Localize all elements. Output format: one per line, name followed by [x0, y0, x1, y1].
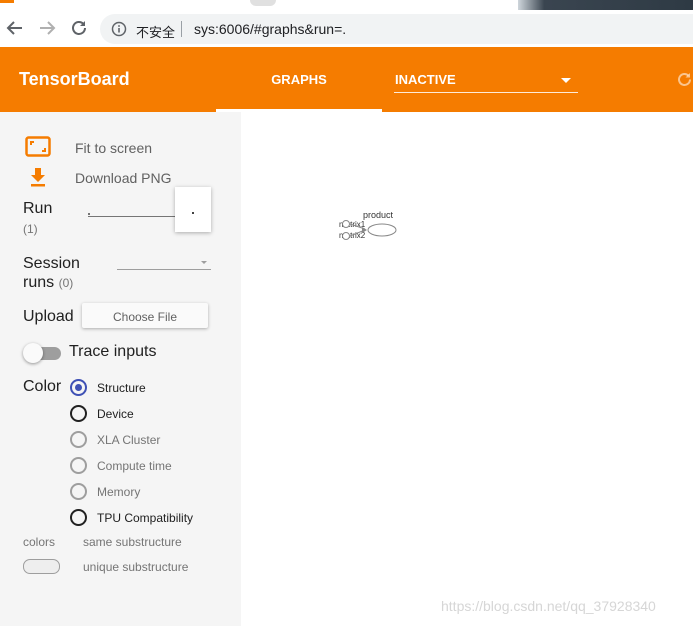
toggle-knob	[23, 343, 43, 363]
radio-unchecked-icon[interactable]	[70, 509, 87, 526]
arrow-left-icon	[6, 21, 22, 35]
color-option-label: Memory	[97, 485, 141, 499]
dropdown-arrow-icon	[201, 261, 207, 264]
choose-file-button[interactable]: Choose File	[82, 303, 208, 328]
radio-checked-icon[interactable]	[70, 379, 87, 396]
color-option-label: Structure	[97, 381, 146, 395]
address-bar[interactable]: 不安全 sys:6006/#graphs&run=.	[100, 14, 693, 44]
run-label: Run	[23, 200, 53, 217]
run-count: (1)	[23, 222, 38, 236]
session-runs-count: (0)	[58, 276, 74, 290]
reload-icon	[72, 21, 86, 35]
trace-inputs-toggle[interactable]	[23, 343, 61, 363]
graph-svg[interactable]: matrix1 matrix2 product	[241, 112, 693, 626]
watermark: https://blog.csdn.net/qq_37928340	[441, 598, 656, 614]
run-select-value-marker	[88, 213, 90, 215]
tab-strip-edge	[250, 0, 276, 6]
radio-disabled-icon[interactable]	[70, 457, 87, 474]
node-product[interactable]	[367, 223, 397, 237]
session-label-line1: Session	[23, 255, 80, 272]
dropdown-arrow-icon	[561, 78, 571, 83]
arrow-right-icon	[40, 21, 56, 35]
inactive-dropdown-value: INACTIVE	[395, 72, 456, 87]
download-icon[interactable]	[28, 166, 48, 188]
download-png-button[interactable]: Download PNG	[75, 170, 172, 186]
fit-to-screen-icon[interactable]	[25, 136, 51, 157]
run-option-dot[interactable]	[192, 212, 194, 214]
info-icon[interactable]	[111, 21, 127, 37]
color-option-label: Compute time	[97, 459, 172, 473]
color-label: Color	[23, 378, 62, 395]
tab-graphs[interactable]: GRAPHS	[216, 47, 382, 112]
session-label-line2: runs	[23, 274, 55, 291]
url-text[interactable]: sys:6006/#graphs&run=.	[194, 21, 346, 37]
browser-toolbar: 不安全 sys:6006/#graphs&run=.	[0, 0, 693, 47]
app-header: TensorBoard GRAPHS INACTIVE	[0, 47, 693, 112]
run-dropdown-popup[interactable]	[175, 187, 211, 232]
run-select-underline[interactable]	[88, 216, 176, 217]
node-matrix1[interactable]	[342, 220, 350, 228]
upload-label: Upload	[23, 308, 74, 325]
refresh-icon[interactable]	[676, 71, 693, 88]
legend-same-substructure: same substructure	[83, 535, 182, 549]
legend-unique-substructure: unique substructure	[83, 560, 189, 574]
radio-unchecked-icon[interactable]	[70, 405, 87, 422]
graph-controls-sidebar: Fit to screen Download PNG Run (1) Sessi…	[0, 112, 241, 626]
forward-button[interactable]	[36, 17, 58, 39]
radio-disabled-icon[interactable]	[70, 483, 87, 500]
session-runs-dropdown[interactable]	[117, 256, 211, 270]
back-button[interactable]	[4, 17, 26, 39]
url-divider	[181, 21, 182, 37]
legend-unique-swatch	[23, 559, 60, 574]
color-option-label: XLA Cluster	[97, 433, 161, 447]
color-option-label: TPU Compatibility	[97, 511, 194, 525]
trace-inputs-label: Trace inputs	[69, 343, 157, 360]
tab-accent	[0, 0, 14, 3]
fit-to-screen-button[interactable]: Fit to screen	[75, 140, 152, 156]
inactive-plugins-dropdown[interactable]: INACTIVE	[394, 67, 578, 93]
color-option-label: Device	[97, 407, 134, 421]
legend-colors-label: colors	[23, 535, 56, 549]
reload-button[interactable]	[68, 17, 90, 39]
app-title: TensorBoard	[19, 69, 130, 89]
session-runs-label: Session runs (0)	[23, 254, 80, 293]
security-label: 不安全	[136, 25, 176, 40]
radio-disabled-icon[interactable]	[70, 431, 87, 448]
node-matrix2[interactable]	[342, 232, 350, 240]
graph-canvas[interactable]: matrix1 matrix2 product https://blog.csd…	[241, 112, 693, 626]
node-label-product: product	[363, 210, 394, 220]
window-edge	[518, 0, 693, 10]
